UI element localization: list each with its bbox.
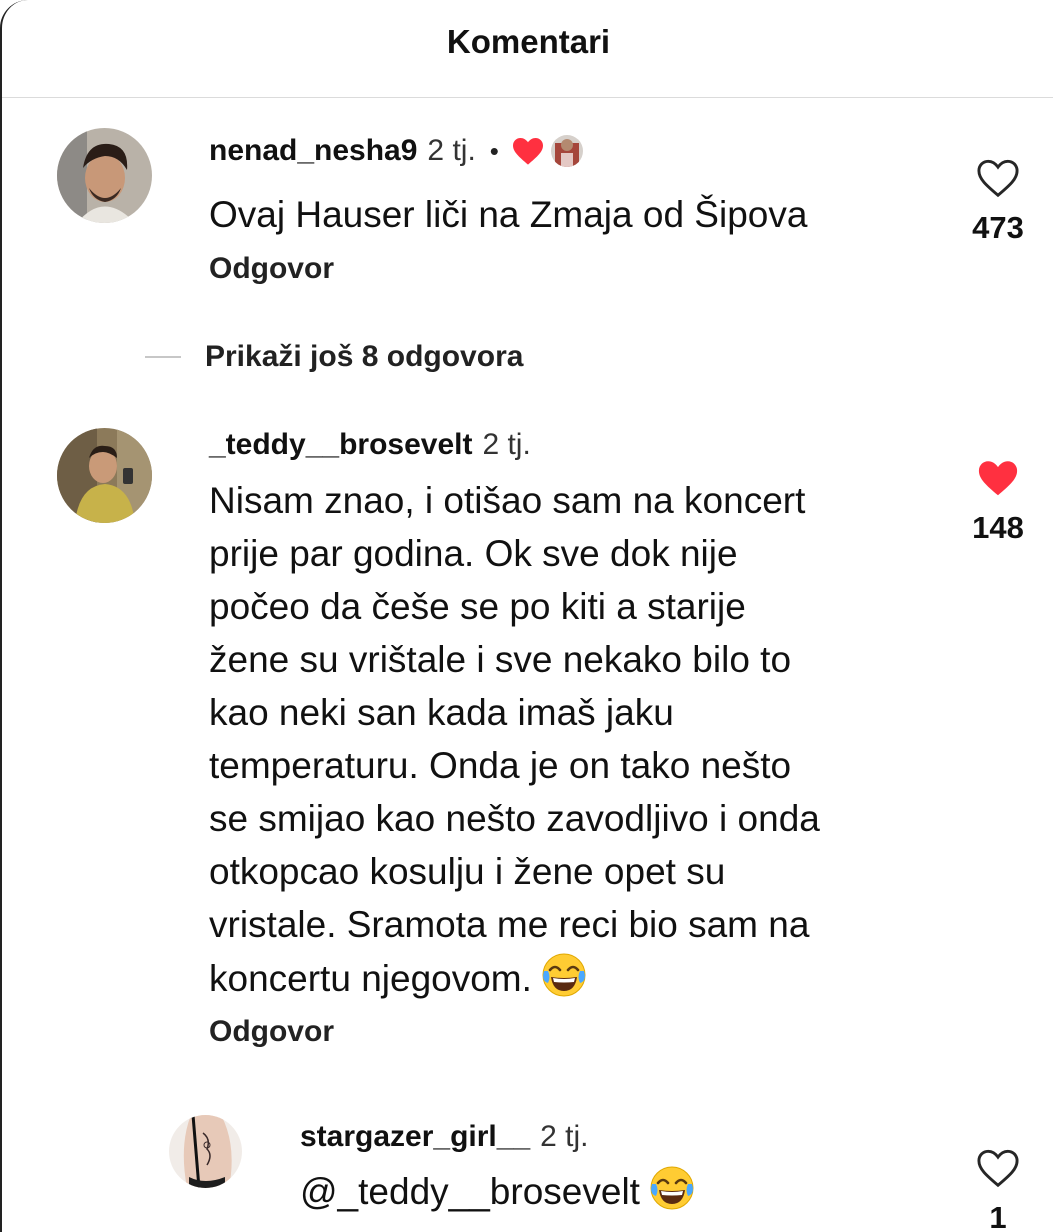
comments-sheet: Komentari nenad_nesha9 2 tj. • Ovaj Haus… [0,0,1053,1232]
avatar[interactable] [169,1115,242,1188]
page-title: Komentari [446,22,611,60]
heart-outline-icon[interactable] [976,158,1020,198]
comment-header: nenad_nesha9 2 tj. • [209,134,583,168]
comment-text-line: prije par godina. Ok sve dok nije [209,533,738,574]
creator-avatar-icon [550,135,583,167]
avatar[interactable] [57,428,152,523]
comment-text-line: temperaturu. Onda je on tako nešto [209,745,792,786]
comment-time: 2 tj. [482,428,531,461]
reply-button[interactable]: Odgovor [209,252,334,286]
view-more-replies-label: Prikaži još 8 odgovora [205,340,524,373]
creator-heart-icon [511,136,545,166]
comment-text-line: žene su vrištale i sve nekako bilo to [209,639,792,680]
comment-username[interactable]: _teddy__brosevelt [209,428,472,462]
comment-username[interactable]: nenad_nesha9 [209,134,417,168]
reply-button[interactable]: Odgovor [209,1015,334,1049]
comment-text: Ovaj Hauser liči na Zmaja od Šipova [209,194,808,235]
comments-header: Komentari [2,0,1053,98]
comment-text: Nisam znao, i otišao sam na koncert prij… [209,474,909,1005]
comment-header: _teddy__brosevelt 2 tj. [209,428,531,462]
comment-header: stargazer_girl__ 2 tj. [300,1120,589,1154]
comment-text-line-last: koncertu njegovom. [209,951,909,1005]
laughing-emoji-icon [648,1164,696,1212]
comment-time: 2 tj. [427,134,476,167]
laughing-emoji-icon [540,951,588,999]
like-count: 473 [972,210,1024,245]
comment-text: @_teddy__brosevelt [300,1164,696,1218]
like-count: 1 [989,1200,1007,1232]
like-control: 473 [953,158,1043,246]
heart-outline-icon[interactable] [976,1148,1020,1188]
separator-dot: • [489,135,499,166]
comment-text-line: kao neki san kada imaš jaku [209,692,674,733]
comment-text-line: otkopcao kosulju i žene opet su [209,851,726,892]
avatar[interactable] [57,128,152,223]
comment-time: 2 tj. [540,1120,589,1153]
comment-text-line: se smijao kao nešto zavodljivo i onda [209,798,820,839]
mention-link[interactable]: @_teddy__brosevelt [300,1171,640,1212]
heart-filled-icon[interactable] [976,458,1020,498]
like-control: 1 [953,1148,1043,1232]
comment-text-line: vristale. Sramota me reci bio sam na [209,904,810,945]
comment-username[interactable]: stargazer_girl__ [300,1120,530,1154]
comment-text-line: Nisam znao, i otišao sam na koncert [209,480,806,521]
like-count: 148 [972,510,1024,545]
comment-text-line: počeo da češe se po kiti a starije [209,586,746,627]
replies-divider-line [145,356,181,358]
view-more-replies-button[interactable]: Prikaži još 8 odgovora [145,340,523,374]
like-control: 148 [953,458,1043,546]
comment-text-line: koncertu njegovom. [209,958,532,999]
